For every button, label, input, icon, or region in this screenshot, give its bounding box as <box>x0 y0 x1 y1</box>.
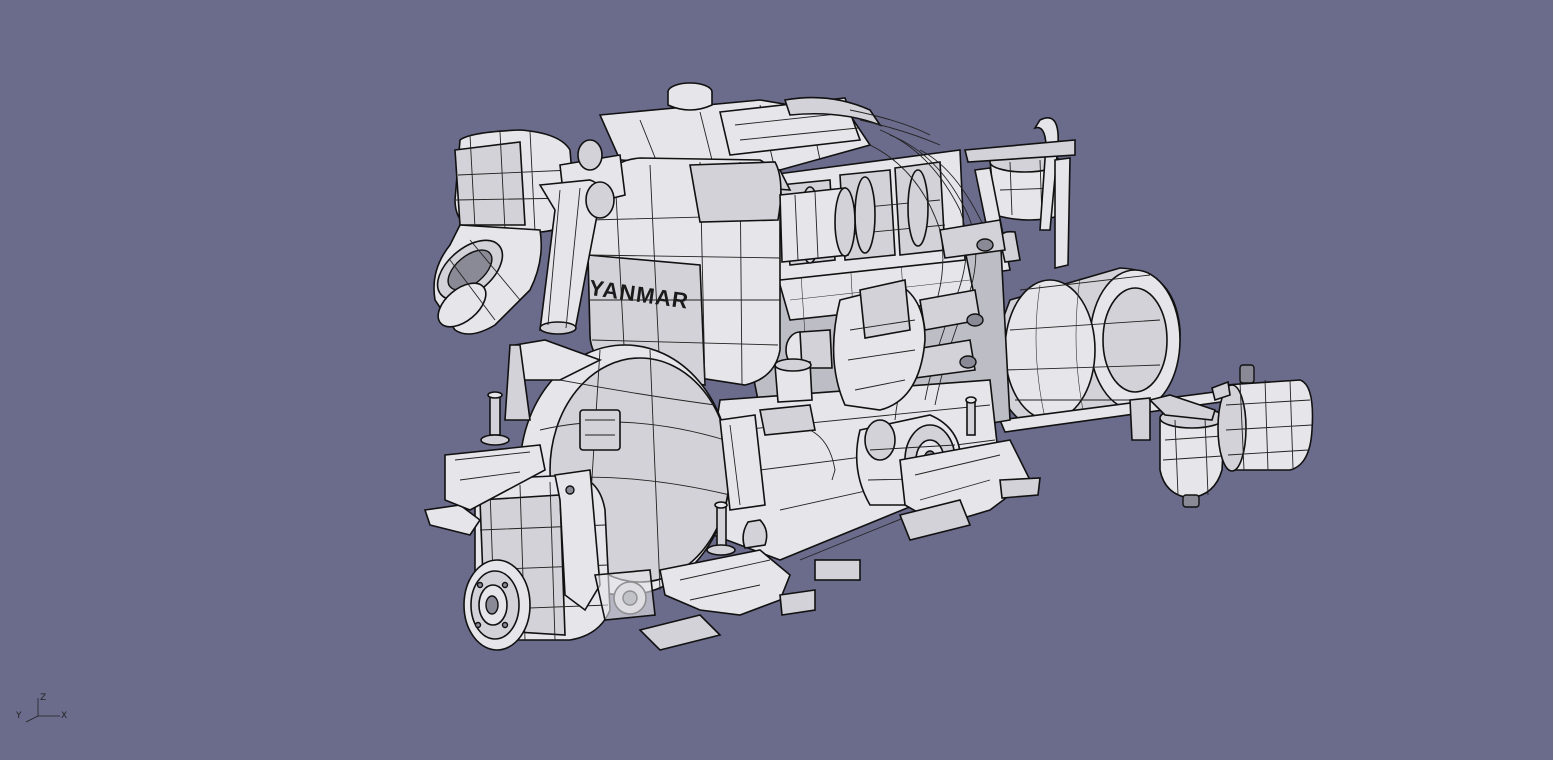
coolant-tank[interactable] <box>1211 364 1314 472</box>
intake-duct[interactable] <box>779 187 856 263</box>
3d-viewport[interactable]: YANMAR Z X Y <box>0 0 1553 760</box>
axis-y-label: Y <box>15 711 22 721</box>
heat-exchanger[interactable] <box>993 267 1181 421</box>
fuel-filter[interactable] <box>1148 394 1226 508</box>
pulley[interactable] <box>463 559 531 651</box>
axis-triad: Z X Y <box>15 693 67 723</box>
engine-model[interactable]: YANMAR <box>0 0 1553 760</box>
axis-z-label: Z <box>40 693 46 703</box>
axis-x-label: X <box>61 711 67 721</box>
